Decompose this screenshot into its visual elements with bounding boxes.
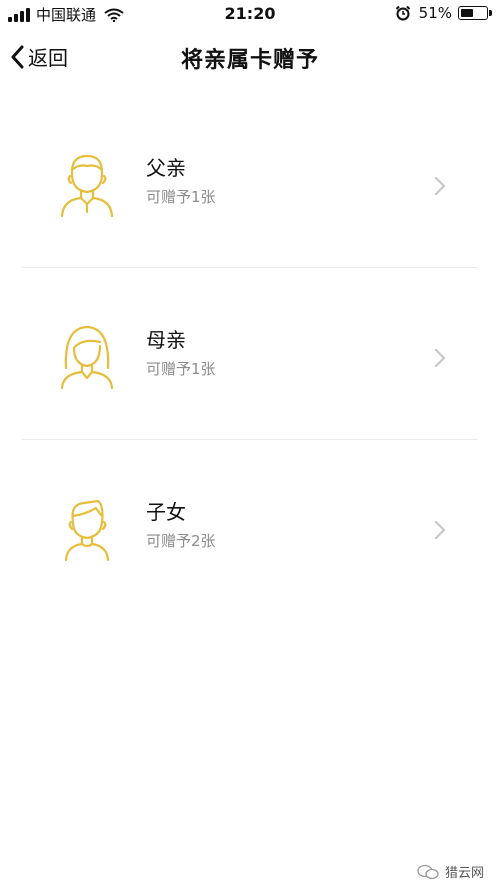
alarm-icon xyxy=(395,5,410,21)
page-title: 将亲属卡赠予 xyxy=(180,48,319,73)
watermark: 猎云网 xyxy=(417,862,484,881)
father-avatar-icon xyxy=(60,154,114,218)
item-title: 子女 xyxy=(146,500,186,524)
item-subtitle: 可赠予1张 xyxy=(146,360,216,378)
battery-percent: 51% xyxy=(418,4,452,22)
battery-tip xyxy=(489,10,492,16)
status-bar: 中国联通 21:20 51% xyxy=(0,0,500,28)
item-title: 母亲 xyxy=(146,328,186,352)
list-item-child[interactable]: 子女 可赠予2张 xyxy=(0,440,500,612)
recipient-list: 父亲 可赠予1张 母亲 可赠予1张 子女 可赠予2张 xyxy=(0,96,500,612)
list-item-father[interactable]: 父亲 可赠予1张 xyxy=(0,96,500,268)
battery-icon xyxy=(458,6,488,20)
nav-bar: 返回 将亲属卡赠予 xyxy=(0,28,500,84)
item-subtitle: 可赠予1张 xyxy=(146,188,216,206)
chevron-right-icon xyxy=(434,348,446,368)
item-subtitle: 可赠予2张 xyxy=(146,532,216,550)
child-avatar-icon xyxy=(64,499,110,562)
list-item-mother[interactable]: 母亲 可赠予1张 xyxy=(0,268,500,440)
mother-avatar-icon xyxy=(60,325,114,390)
wechat-icon xyxy=(417,864,439,879)
chevron-right-icon xyxy=(434,520,446,540)
item-title: 父亲 xyxy=(146,156,186,180)
chevron-right-icon xyxy=(434,176,446,196)
watermark-text: 猎云网 xyxy=(444,866,484,881)
battery-fill xyxy=(461,9,474,17)
status-right: 51% xyxy=(395,4,492,22)
